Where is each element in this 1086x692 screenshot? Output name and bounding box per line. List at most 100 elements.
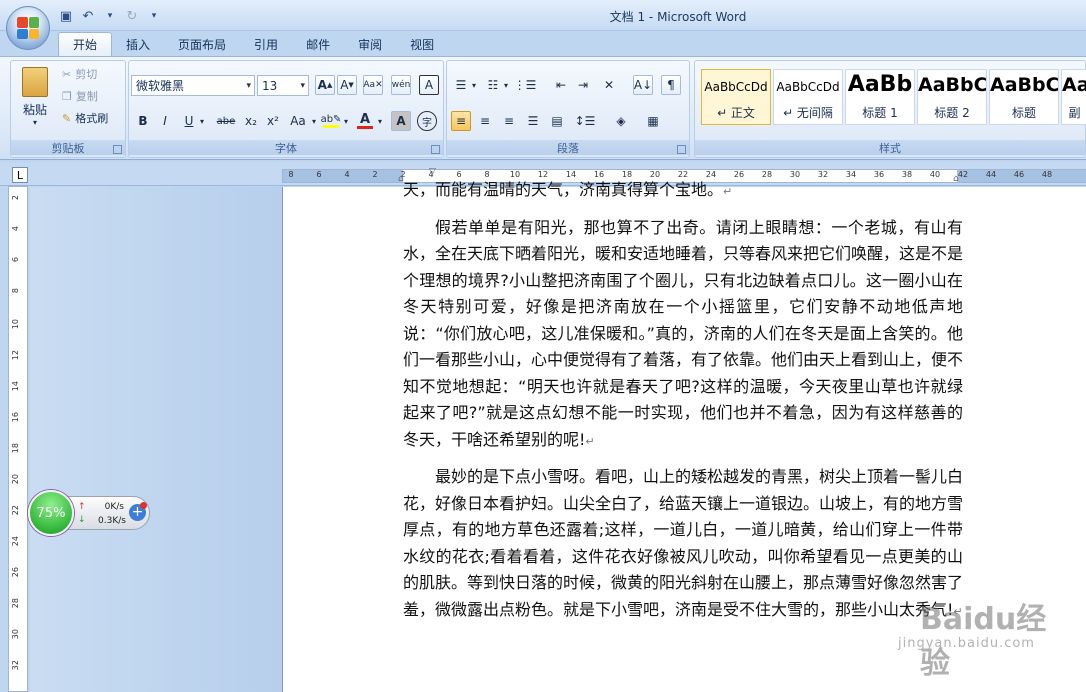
char-border-button[interactable]: A	[419, 75, 439, 95]
subscript-button[interactable]: x₂	[241, 111, 261, 131]
clipboard-launcher-icon[interactable]	[113, 145, 122, 154]
vruler-tick-label: 16	[11, 412, 20, 423]
font-size-value: 13	[262, 78, 278, 93]
grow-font-button[interactable]: A ▲	[315, 75, 335, 95]
style-name: 标题 2	[934, 106, 970, 120]
tab-insert[interactable]: 插入	[112, 32, 164, 56]
phonetic-guide-button[interactable]: wén	[391, 75, 411, 95]
underline-dropdown-icon[interactable]: ▾	[197, 111, 207, 131]
distributed-button[interactable]: ▤	[547, 111, 567, 131]
clipboard-group-label: 剪贴板	[11, 140, 125, 155]
multilevel-list-button[interactable]: ⋮☰	[514, 75, 537, 95]
highlight-button[interactable]: ab✎	[321, 111, 341, 131]
vruler-tick-label: 2	[11, 195, 20, 201]
asian-layout-button[interactable]: ✕	[599, 75, 619, 95]
font-launcher-icon[interactable]	[431, 145, 440, 154]
borders-button[interactable]: ▦	[643, 111, 663, 131]
first-line-indent-icon[interactable]: ▽	[429, 167, 436, 177]
document-body[interactable]: 天，而能有温晴的天气，济南真得算个宝地。↵ 假若单单是有阳光，那也算不了出奇。请…	[403, 177, 963, 634]
ribbon: 粘贴 ▾ ✂剪切 ❐复制 ✎格式刷 剪贴板 微软雅黑 13 A▲ A▼ Aa✕ …	[0, 56, 1086, 160]
style-sample: AaBbCcDd	[776, 80, 840, 94]
bold-button[interactable]: B	[133, 111, 153, 131]
paste-button[interactable]: 粘贴 ▾	[15, 63, 55, 131]
paste-dropdown-icon: ▾	[32, 118, 37, 127]
font-family-select[interactable]: 微软雅黑	[131, 75, 255, 96]
increase-indent-button[interactable]: ⇥	[573, 75, 593, 95]
ribbon-tabs: 开始 插入 页面布局 引用 邮件 审阅 视图	[58, 31, 448, 56]
office-logo-icon	[17, 17, 39, 39]
tab-review[interactable]: 审阅	[344, 32, 396, 56]
style-sample: AaBbCcDd	[704, 80, 768, 94]
style-name: ↵ 无间隔	[783, 106, 833, 120]
justify-button[interactable]: ☰	[523, 111, 543, 131]
paragraph[interactable]: 天，而能有温晴的天气，济南真得算个宝地。↵	[403, 177, 963, 206]
style-sample: AaBbC	[918, 74, 986, 96]
vruler-tick-label: 22	[11, 505, 20, 516]
numbering-dropdown-icon[interactable]: ▾	[501, 75, 511, 95]
change-case-dropdown-icon[interactable]: ▾	[309, 111, 319, 131]
vruler-tick-label: 20	[11, 474, 20, 485]
ruler-tick-label: 8	[288, 170, 294, 179]
vertical-ruler[interactable]: 2 4 6 8 10 12 14 16 18 20 22 24 26 28 30 32	[8, 186, 28, 692]
style-name: 标题 1	[862, 106, 898, 120]
memory-percent-ball[interactable]: 75%	[28, 490, 74, 536]
copy-button[interactable]: ❐ 复制	[61, 87, 99, 105]
style-subtitle[interactable]: Aa 副	[1061, 69, 1086, 125]
font-size-select[interactable]: 13	[257, 75, 309, 96]
highlight-dropdown-icon[interactable]: ▾	[341, 111, 351, 131]
char-shading-button[interactable]: A	[391, 111, 411, 131]
tab-references[interactable]: 引用	[240, 32, 292, 56]
shrink-font-button[interactable]: A ▼	[337, 75, 357, 95]
show-marks-button[interactable]: ¶	[661, 75, 681, 95]
align-center-button[interactable]: ≡	[475, 111, 495, 131]
line-spacing-button[interactable]: ↕☰	[575, 111, 596, 131]
enclose-char-button[interactable]: 字	[417, 111, 437, 131]
paste-label: 粘贴	[22, 103, 47, 117]
paragraph[interactable]: 假若单单是有阳光，那也算不了出奇。请闭上眼睛想：一个老城，有山有水，全在天底下晒…	[403, 215, 963, 456]
superscript-button[interactable]: x²	[263, 111, 283, 131]
strikethrough-button[interactable]: abe	[213, 111, 239, 131]
numbering-button[interactable]: ☷	[483, 75, 503, 95]
decrease-indent-button[interactable]: ⇤	[551, 75, 571, 95]
bullets-button[interactable]: ☰	[451, 75, 471, 95]
network-speed-widget[interactable]: 75% ↑ ↓ 0K/s 0.3K/s +	[28, 490, 152, 536]
style-name: 副	[1068, 106, 1081, 120]
style-heading-1[interactable]: AaBb 标题 1	[845, 69, 915, 125]
format-painter-label: 格式刷	[75, 112, 109, 125]
change-case-button[interactable]: Aa	[287, 111, 309, 131]
font-color-dropdown-icon[interactable]: ▾	[375, 111, 385, 131]
paragraph-group-label: 段落	[447, 140, 689, 155]
tab-mailings[interactable]: 邮件	[292, 32, 344, 56]
shading-button[interactable]: ◈	[611, 111, 631, 131]
cut-label: 剪切	[75, 68, 98, 81]
format-painter-button[interactable]: ✎ 格式刷	[61, 109, 109, 127]
sort-button[interactable]: A↓	[633, 75, 653, 95]
style-heading-2[interactable]: AaBbC 标题 2	[917, 69, 987, 125]
vruler-tick-label: 30	[11, 629, 20, 640]
underline-button[interactable]: U	[179, 111, 199, 131]
italic-button[interactable]: I	[155, 111, 175, 131]
font-family-value: 微软雅黑	[136, 79, 185, 93]
paragraph-text: 天，而能有温晴的天气，济南真得算个宝地。	[403, 180, 724, 199]
style-normal[interactable]: AaBbCcDd ↵ 正文	[701, 69, 771, 125]
font-color-button[interactable]: A	[355, 111, 375, 131]
tab-home[interactable]: 开始	[58, 32, 113, 56]
tab-page-layout[interactable]: 页面布局	[164, 32, 240, 56]
vruler-tick-label: 10	[11, 319, 20, 330]
styles-group: AaBbCcDd ↵ 正文 AaBbCcDd ↵ 无间隔 AaBb 标题 1 A…	[694, 60, 1086, 158]
paragraph-launcher-icon[interactable]	[677, 145, 686, 154]
bullets-dropdown-icon[interactable]: ▾	[469, 75, 479, 95]
style-title[interactable]: AaBbC 标题	[989, 69, 1059, 125]
tab-selector-button[interactable]: L	[12, 167, 28, 183]
align-left-button[interactable]: ≡	[451, 111, 471, 131]
cut-button[interactable]: ✂ 剪切	[61, 65, 98, 83]
word-window: ▣ ↶ ▾ ↻ ▾ 文档 1 - Microsoft Word 开始 插入 页面…	[0, 0, 1086, 692]
office-button[interactable]	[6, 6, 50, 50]
vruler-tick-label: 4	[11, 226, 20, 232]
style-no-spacing[interactable]: AaBbCcDd ↵ 无间隔	[773, 69, 843, 125]
tab-view[interactable]: 视图	[396, 32, 448, 56]
clear-format-button[interactable]: Aa✕	[363, 75, 383, 95]
align-right-button[interactable]: ≡	[499, 111, 519, 131]
scissors-icon: ✂	[62, 67, 72, 81]
vruler-tick-label: 14	[11, 381, 20, 392]
